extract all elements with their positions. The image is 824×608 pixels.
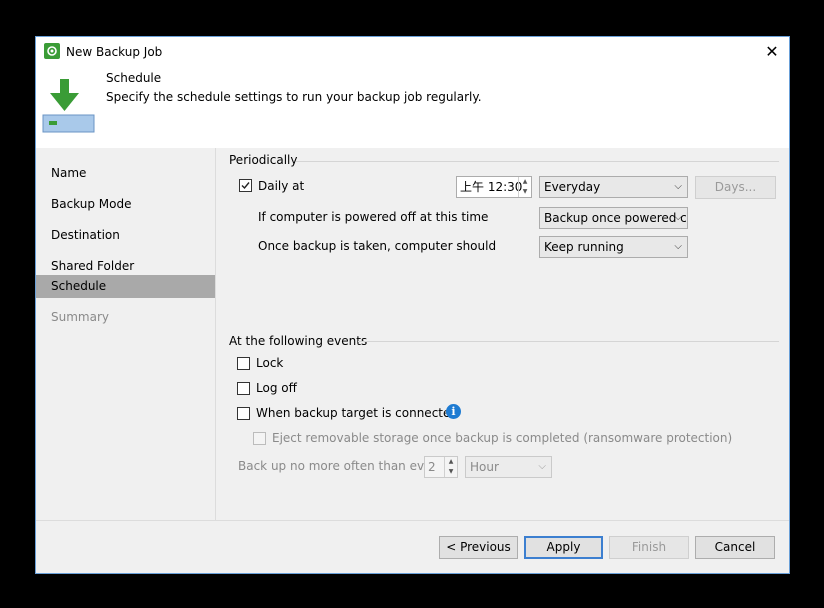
time-picker[interactable]: 上午 12:30 ▲ ▼ (456, 176, 532, 198)
checkmark-icon (241, 182, 250, 190)
powered-off-select[interactable]: Backup once powered c ⌵ (539, 207, 688, 229)
lock-label: Lock (256, 356, 284, 370)
previous-button[interactable]: < Previous (439, 536, 518, 559)
powered-off-value: Backup once powered c (544, 211, 687, 225)
after-backup-label: Once backup is taken, computer should (258, 239, 497, 253)
title-bar: New Backup Job ✕ (36, 37, 789, 67)
chevron-down-icon: ⌵ (674, 181, 682, 192)
backup-download-icon (42, 77, 96, 133)
days-button[interactable]: Days... (695, 176, 776, 199)
log-off-checkbox[interactable] (237, 382, 250, 395)
sidebar-item-destination[interactable]: Destination (36, 224, 215, 247)
interval-unit-value: Hour (470, 460, 499, 474)
eject-storage-checkbox (253, 432, 266, 445)
step-title: Schedule (106, 71, 162, 85)
wizard-header: Schedule Specify the schedule settings t… (36, 67, 789, 142)
interval-stepper: 2 ▲ ▼ (424, 456, 458, 478)
sidebar-item-schedule[interactable]: Schedule (36, 275, 215, 298)
sidebar-item-backup-mode[interactable]: Backup Mode (36, 193, 215, 216)
finish-button: Finish (609, 536, 689, 559)
interval-spinner: ▲ ▼ (444, 457, 457, 477)
step-description: Specify the schedule settings to run you… (106, 90, 482, 104)
chevron-down-icon: ⌵ (674, 212, 682, 223)
sidebar-item-name[interactable]: Name (36, 162, 215, 185)
periodically-divider (296, 161, 779, 162)
after-backup-value: Keep running (544, 240, 624, 254)
info-icon[interactable]: i (446, 404, 461, 419)
chevron-down-icon: ⌵ (674, 241, 682, 252)
frequency-value: Everyday (544, 180, 601, 194)
close-button[interactable]: ✕ (755, 37, 789, 65)
sidebar-item-summary: Summary (51, 310, 109, 324)
daily-at-checkbox[interactable] (239, 179, 252, 192)
cancel-button[interactable]: Cancel (695, 536, 775, 559)
periodically-group-label: Periodically (229, 153, 298, 167)
apply-button[interactable]: Apply (524, 536, 603, 559)
veeam-app-icon (44, 43, 60, 59)
schedule-settings-panel: Periodically Daily at 上午 12:30 ▲ ▼ Everyd… (216, 148, 789, 520)
close-icon: ✕ (765, 41, 779, 61)
window-title: New Backup Job (66, 45, 163, 59)
interval-value: 2 (428, 460, 436, 474)
log-off-label: Log off (256, 381, 297, 395)
no-more-often-label: Back up no more often than every (238, 459, 444, 473)
chevron-down-icon: ⌵ (538, 461, 546, 472)
eject-storage-label: Eject removable storage once backup is c… (272, 431, 733, 445)
frequency-select[interactable]: Everyday ⌵ (539, 176, 688, 198)
target-connected-checkbox[interactable] (237, 407, 250, 420)
new-backup-job-window: New Backup Job ✕ Schedule Specify the sc… (35, 36, 790, 574)
target-connected-label: When backup target is connected (256, 406, 458, 420)
powered-off-label: If computer is powered off at this time (258, 210, 489, 224)
events-group-label: At the following events (229, 334, 368, 348)
events-divider (358, 341, 779, 342)
wizard-footer: < Previous Apply Finish Cancel (36, 520, 789, 573)
daily-at-label: Daily at (258, 179, 305, 193)
wizard-steps-sidebar: Name Backup Mode Destination Shared Fold… (36, 148, 216, 520)
after-backup-select[interactable]: Keep running ⌵ (539, 236, 688, 258)
interval-unit-select: Hour ⌵ (465, 456, 552, 478)
time-value: 上午 12:30 (460, 180, 523, 194)
time-spinner[interactable]: ▲ ▼ (518, 177, 531, 197)
lock-checkbox[interactable] (237, 357, 250, 370)
